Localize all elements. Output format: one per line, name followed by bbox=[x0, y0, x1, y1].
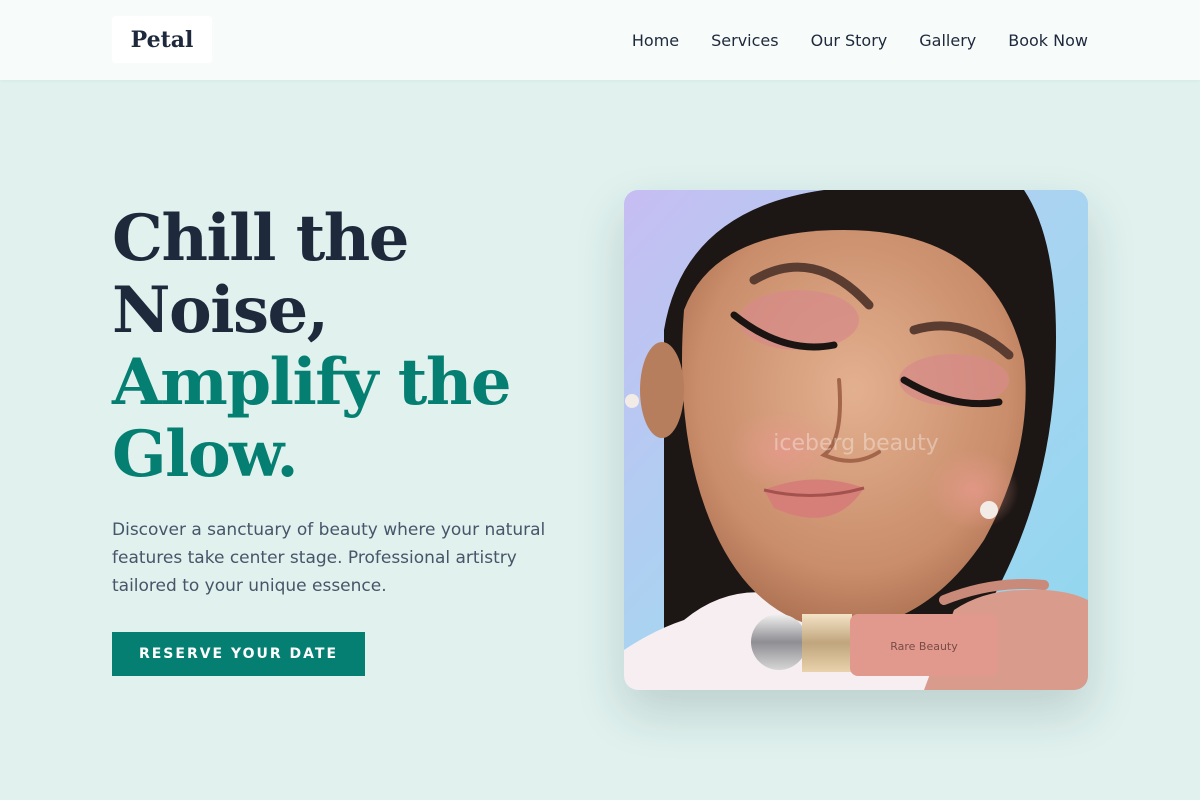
nav-link-book-now[interactable]: Book Now bbox=[1008, 31, 1088, 50]
nav-link-gallery[interactable]: Gallery bbox=[919, 31, 976, 50]
hero-title-line-1: Chill the bbox=[112, 201, 410, 276]
hero-photo: iceberg beauty Rare Beauty bbox=[624, 190, 1088, 690]
watermark-text: iceberg beauty bbox=[773, 431, 938, 456]
nav-link-services[interactable]: Services bbox=[711, 31, 778, 50]
hero-title: Chill the Noise, Amplify the Glow. bbox=[112, 203, 572, 491]
hero-description: Discover a sanctuary of beauty where you… bbox=[112, 520, 546, 596]
hero-title-line-3: Amplify the bbox=[112, 345, 512, 420]
site-header: Petal Home Services Our Story Gallery Bo… bbox=[0, 0, 1200, 80]
hero-title-line-2: Noise, bbox=[112, 273, 329, 348]
hero-title-line-4: Glow. bbox=[112, 417, 299, 492]
reserve-date-button[interactable]: RESERVE YOUR DATE bbox=[112, 632, 365, 676]
model-portrait-image: iceberg beauty Rare Beauty bbox=[624, 190, 1088, 690]
product-label-text: Rare Beauty bbox=[890, 640, 958, 653]
nav-link-home[interactable]: Home bbox=[632, 31, 679, 50]
nav-link-our-story[interactable]: Our Story bbox=[811, 31, 888, 50]
brand-logo[interactable]: Petal bbox=[112, 16, 212, 63]
main-nav: Home Services Our Story Gallery Book Now bbox=[632, 0, 1088, 80]
